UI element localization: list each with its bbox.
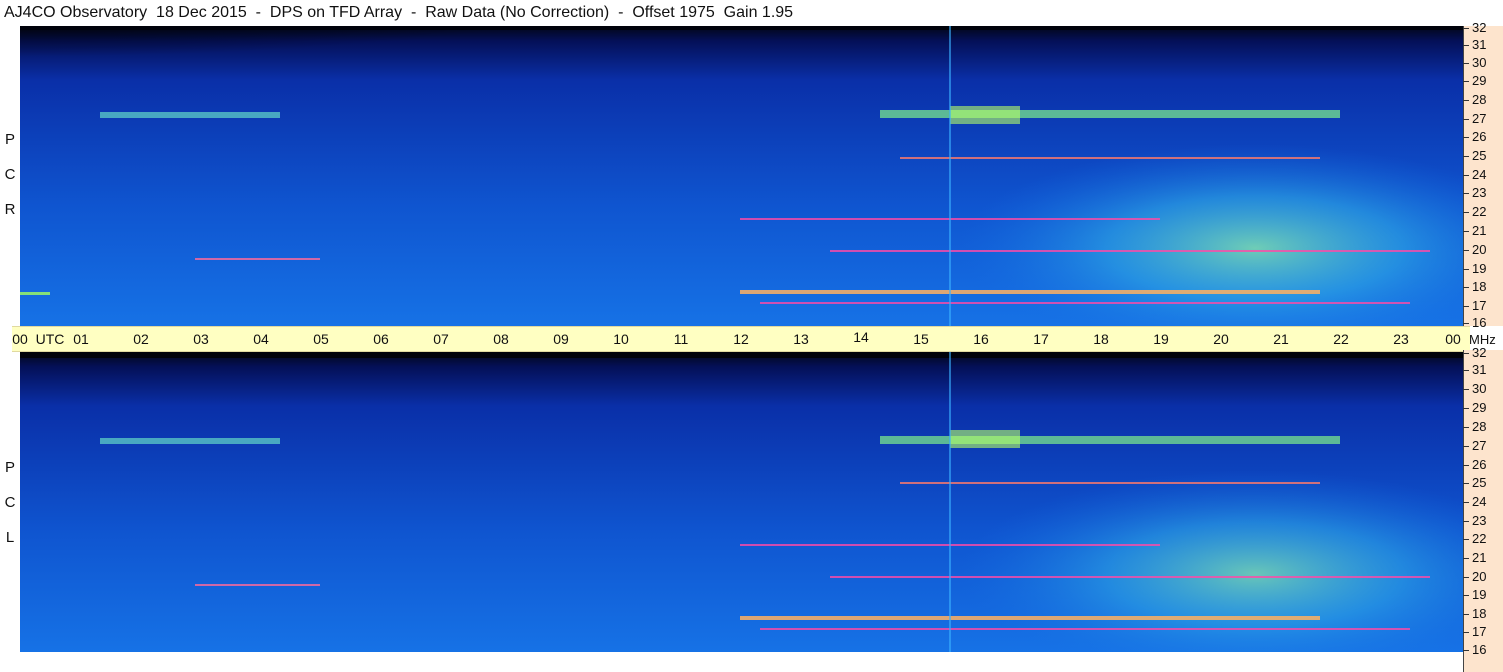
freq-tick: 23 — [1463, 514, 1503, 528]
pol-letter: L — [5, 529, 15, 546]
rcp-spectrogram[interactable] — [20, 26, 1463, 326]
freq-tick: 29 — [1463, 401, 1503, 415]
pol-letter: P — [4, 131, 15, 148]
utc-tick: 19 — [1153, 331, 1169, 347]
freq-tick: 32 — [1463, 21, 1503, 35]
freq-tick: 18 — [1463, 280, 1503, 294]
freq-tick: 30 — [1463, 56, 1503, 70]
freq-tick: 25 — [1463, 476, 1503, 490]
pol-letter: C — [4, 166, 16, 183]
freq-tick: 26 — [1463, 130, 1503, 144]
lcp-frequency-axis: 32 31 30 29 28 27 26 25 24 23 22 21 20 1… — [1463, 346, 1503, 672]
freq-tick: 17 — [1463, 625, 1503, 639]
utc-tick: 14 — [853, 329, 869, 345]
utc-tick: 06 — [373, 331, 389, 347]
freq-tick: 27 — [1463, 112, 1503, 126]
utc-tick: 22 — [1333, 331, 1349, 347]
pol-letter: C — [4, 494, 16, 511]
freq-tick: 24 — [1463, 168, 1503, 182]
utc-tick: 00 — [12, 331, 28, 347]
utc-tick: 00 — [1445, 331, 1461, 347]
freq-tick: 22 — [1463, 205, 1503, 219]
utc-tick: 21 — [1273, 331, 1289, 347]
utc-tick: 17 — [1033, 331, 1049, 347]
freq-tick: 24 — [1463, 495, 1503, 509]
utc-tick: 03 — [193, 331, 209, 347]
freq-tick: 30 — [1463, 382, 1503, 396]
freq-tick: 18 — [1463, 607, 1503, 621]
freq-tick: 19 — [1463, 262, 1503, 276]
freq-tick: 16 — [1463, 643, 1503, 657]
rcp-spectrogram-image — [20, 26, 1463, 326]
utc-tick: 15 — [913, 331, 929, 347]
freq-tick: 23 — [1463, 186, 1503, 200]
utc-time-axis: 00 UTC 01 02 03 04 05 06 07 08 09 10 11 … — [12, 326, 1470, 352]
utc-unit-label: UTC — [35, 331, 65, 347]
freq-tick: 21 — [1463, 224, 1503, 238]
lcp-spectrogram-image — [20, 352, 1463, 652]
freq-tick: 19 — [1463, 588, 1503, 602]
utc-tick: 02 — [133, 331, 149, 347]
utc-tick: 01 — [73, 331, 89, 347]
utc-tick: 18 — [1093, 331, 1109, 347]
freq-tick: 25 — [1463, 149, 1503, 163]
freq-tick: 29 — [1463, 74, 1503, 88]
lcp-spectrogram[interactable] — [20, 352, 1463, 652]
utc-tick: 11 — [673, 331, 689, 347]
freq-tick: 31 — [1463, 38, 1503, 52]
utc-tick: 04 — [253, 331, 269, 347]
top-panel-polarization-label: P C R — [0, 122, 20, 227]
freq-tick: 22 — [1463, 532, 1503, 546]
freq-tick: 20 — [1463, 570, 1503, 584]
rcp-frequency-axis: 32 31 30 29 28 27 26 25 24 23 22 21 20 1… — [1463, 21, 1503, 330]
freq-tick: 16 — [1463, 316, 1503, 330]
freq-tick: 32 — [1463, 346, 1503, 360]
utc-tick: 08 — [493, 331, 509, 347]
bottom-panel-polarization-label: P C L — [0, 450, 20, 555]
utc-tick: 16 — [973, 331, 989, 347]
utc-tick: 23 — [1393, 331, 1409, 347]
utc-tick: 10 — [613, 331, 629, 347]
freq-tick: 27 — [1463, 439, 1503, 453]
window-title: AJ4CO Observatory 18 Dec 2015 - DPS on T… — [0, 0, 1503, 26]
utc-tick: 20 — [1213, 331, 1229, 347]
utc-tick: 13 — [793, 331, 809, 347]
utc-tick: 07 — [433, 331, 449, 347]
utc-tick: 05 — [313, 331, 329, 347]
utc-tick: 09 — [553, 331, 569, 347]
freq-tick: 28 — [1463, 420, 1503, 434]
freq-tick: 31 — [1463, 363, 1503, 377]
utc-tick: 12 — [733, 331, 749, 347]
freq-tick: 17 — [1463, 299, 1503, 313]
pol-letter: R — [4, 201, 16, 218]
freq-tick: 28 — [1463, 93, 1503, 107]
freq-tick: 20 — [1463, 243, 1503, 257]
freq-tick: 26 — [1463, 458, 1503, 472]
freq-tick: 21 — [1463, 551, 1503, 565]
pol-letter: P — [4, 459, 15, 476]
